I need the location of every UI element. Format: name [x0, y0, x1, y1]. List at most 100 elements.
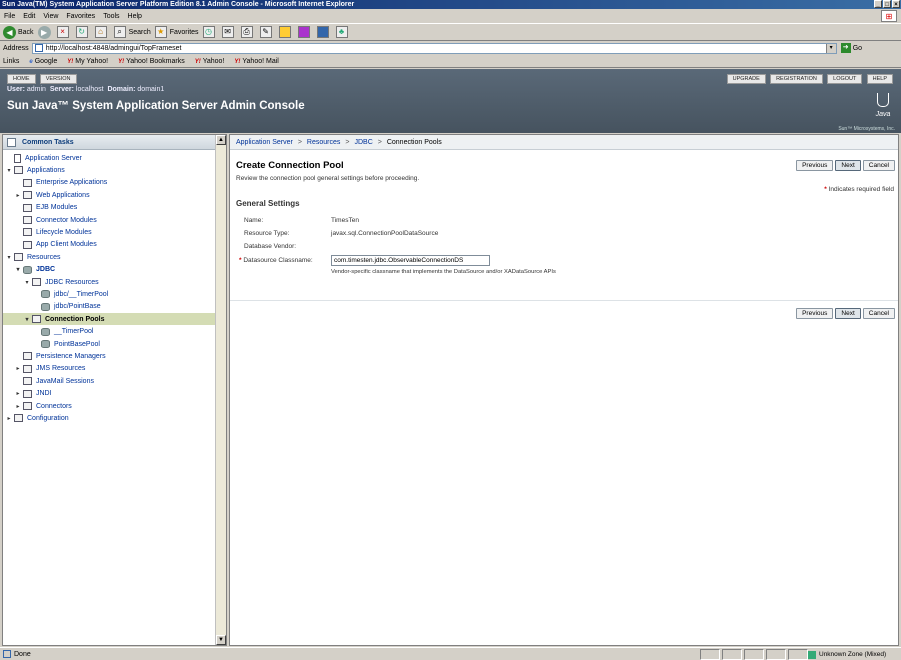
datasource-classname-input[interactable]: com.timesten.jdbc.ObservableConnectionDS: [331, 255, 490, 266]
refresh-button[interactable]: ↻: [75, 26, 91, 38]
tree-item[interactable]: ▸ Configuration: [3, 412, 69, 424]
minimize-button[interactable]: _: [874, 0, 882, 8]
home-button[interactable]: ⌂: [94, 26, 110, 38]
folder-icon: [23, 377, 32, 386]
mail-button[interactable]: ✉: [221, 26, 237, 38]
menu-favorites[interactable]: Favorites: [66, 13, 95, 20]
resource-type-value: javax.sql.ConnectionPoolDataSource: [331, 230, 439, 237]
breadcrumb-resources[interactable]: Resources: [307, 139, 340, 146]
expanded-icon[interactable]: ▾: [6, 167, 12, 174]
collapsed-icon[interactable]: ▸: [15, 365, 21, 372]
forward-button[interactable]: ▶: [37, 25, 53, 39]
folder-button[interactable]: [278, 26, 294, 38]
page-icon: [34, 44, 43, 52]
media-button[interactable]: ♣: [335, 26, 351, 38]
close-button[interactable]: ×: [892, 0, 900, 8]
version-link[interactable]: VERSION: [39, 74, 77, 84]
breadcrumb-jdbc[interactable]: JDBC: [354, 139, 372, 146]
expanded-icon[interactable]: ▾: [15, 266, 21, 273]
cancel-button[interactable]: Cancel: [862, 160, 895, 171]
tree-item[interactable]: ▾ Applications: [3, 164, 65, 176]
expanded-icon[interactable]: ▾: [6, 254, 12, 261]
tree-item[interactable]: ▾ Resources: [3, 251, 60, 263]
expanded-icon[interactable]: ▾: [24, 279, 30, 286]
menu-help[interactable]: Help: [128, 13, 142, 20]
tree-item[interactable]: ▸ Connectors: [3, 400, 72, 412]
db-icon: [41, 340, 50, 348]
messenger-button[interactable]: [297, 26, 313, 38]
go-button[interactable]: ➜ Go: [840, 43, 862, 53]
maximize-button[interactable]: □: [883, 0, 891, 8]
previous-button[interactable]: Previous: [796, 308, 834, 319]
expanded-icon[interactable]: ▾: [24, 316, 30, 323]
link-yahoo-bookmarks[interactable]: Y! Yahoo! Bookmarks: [118, 58, 185, 65]
registration-link[interactable]: REGISTRATION: [770, 74, 823, 84]
collapsed-icon[interactable]: ▸: [15, 390, 21, 397]
windows-logo-icon: ⊞: [881, 10, 897, 22]
collapsed-icon[interactable]: ▸: [15, 403, 21, 410]
datasource-classname-hint: Vendor-specific classname that implement…: [331, 269, 556, 275]
address-dropdown-icon[interactable]: ▾: [825, 43, 836, 53]
common-tasks-header[interactable]: Common Tasks: [3, 135, 215, 150]
tree-item[interactable]: Application Server: [3, 152, 82, 164]
status-bar: Done Unknown Zone (Mixed): [0, 647, 901, 660]
tree-item[interactable]: ▾ Connection Pools: [3, 313, 215, 326]
menu-edit[interactable]: Edit: [23, 13, 35, 20]
cancel-button[interactable]: Cancel: [862, 308, 895, 319]
tree-item[interactable]: ▾ JDBC: [3, 264, 55, 276]
menu-view[interactable]: View: [43, 13, 58, 20]
menu-file[interactable]: File: [4, 13, 15, 20]
favorites-button[interactable]: ★ Favorites: [154, 26, 199, 38]
tree-item[interactable]: PointBasePool: [3, 338, 100, 350]
breadcrumb-application-server[interactable]: Application Server: [236, 139, 293, 146]
tree-item[interactable]: Enterprise Applications: [3, 177, 107, 189]
tree-item[interactable]: Lifecycle Modules: [3, 226, 92, 238]
tree-item[interactable]: Connector Modules: [3, 214, 97, 226]
tree-item[interactable]: EJB Modules: [3, 202, 77, 214]
tree-item-label: jdbc/PointBase: [54, 303, 101, 311]
menu-tools[interactable]: Tools: [103, 13, 119, 20]
bottom-button-group: Previous Next Cancel: [796, 308, 895, 319]
print-button[interactable]: ⎙: [240, 26, 256, 38]
folder-icon: [14, 166, 23, 175]
tree-item[interactable]: __TimerPool: [3, 326, 93, 338]
link-yahoo-mail[interactable]: Y! Yahoo! Mail: [234, 58, 278, 65]
tree-item-label: PointBasePool: [54, 340, 100, 348]
section-header: General Settings: [236, 199, 300, 208]
collapsed-icon[interactable]: ▸: [15, 192, 21, 199]
tree-item[interactable]: App Client Modules: [3, 239, 97, 251]
help-link[interactable]: HELP: [866, 74, 893, 84]
link-my-yahoo[interactable]: Y! My Yahoo!: [67, 58, 108, 65]
tree-scrollbar[interactable]: ▲ ▼: [215, 135, 226, 645]
tree-item[interactable]: jdbc/__TimerPool: [3, 288, 108, 300]
address-label: Address: [3, 44, 29, 52]
tree-item-label: Web Applications: [36, 191, 90, 199]
edit-button[interactable]: ✎: [259, 26, 275, 38]
research-button[interactable]: [316, 26, 332, 38]
search-button[interactable]: ⌕ Search: [113, 26, 151, 38]
previous-button[interactable]: Previous: [796, 160, 834, 171]
home-link[interactable]: HOME: [7, 74, 36, 84]
back-button[interactable]: ◀ Back: [3, 25, 34, 39]
logout-link[interactable]: LOGOUT: [827, 74, 863, 84]
address-input[interactable]: http://localhost:4848/admingui/TopFrames…: [31, 42, 837, 54]
tree-item[interactable]: ▸ JNDI: [3, 388, 52, 400]
tree-item[interactable]: jdbc/PointBase: [3, 301, 101, 313]
folder-icon: [23, 178, 32, 187]
tree-item[interactable]: ▸ JMS Resources: [3, 363, 85, 375]
link-google[interactable]: e Google: [29, 58, 57, 65]
next-button[interactable]: Next: [835, 160, 861, 171]
history-button[interactable]: ◷: [202, 26, 218, 38]
scroll-up-icon[interactable]: ▲: [216, 135, 226, 145]
stop-button[interactable]: ×: [56, 26, 72, 38]
next-button[interactable]: Next: [835, 308, 861, 319]
link-yahoo[interactable]: Y! Yahoo!: [195, 58, 225, 65]
tree-item[interactable]: ▸ Web Applications: [3, 189, 90, 201]
tree-item[interactable]: Persistence Managers: [3, 350, 106, 362]
media-icon: ♣: [335, 26, 348, 38]
upgrade-link[interactable]: UPGRADE: [726, 74, 766, 84]
tree-item[interactable]: ▾ JDBC Resources: [3, 276, 99, 288]
tree-item[interactable]: JavaMail Sessions: [3, 375, 94, 387]
collapsed-icon[interactable]: ▸: [6, 415, 12, 422]
scroll-down-icon[interactable]: ▼: [216, 635, 226, 645]
